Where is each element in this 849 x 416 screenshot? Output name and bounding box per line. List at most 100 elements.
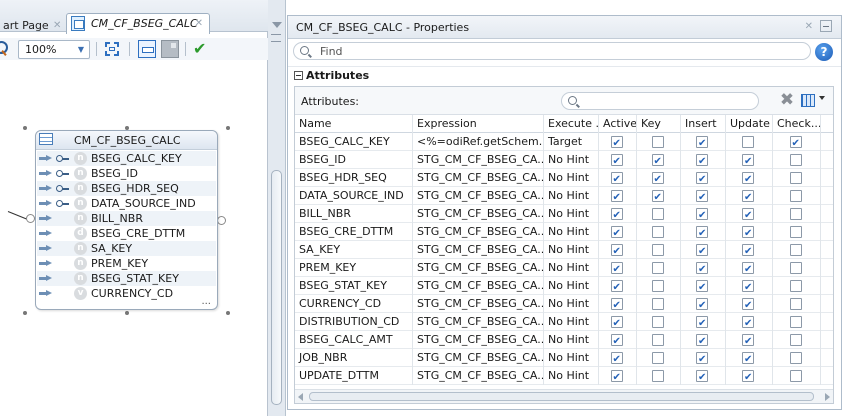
table-row[interactable]: BSEG_ID STG_CM_CF_BSEG_CA... No Hint [295, 151, 833, 169]
cell-execute[interactable]: No Hint [544, 241, 599, 259]
cell-expression[interactable]: STG_CM_CF_BSEG_CA... [413, 349, 544, 367]
insert-checkbox[interactable] [696, 207, 708, 223]
insert-checkbox[interactable] [696, 261, 708, 277]
scrollbar-thumb[interactable] [271, 170, 282, 405]
attributes-section-header[interactable]: Attributes [288, 66, 841, 84]
datastore-node-header[interactable]: CM_CF_BSEG_CALC [36, 131, 217, 150]
key-checkbox[interactable] [651, 280, 664, 292]
check-checkbox[interactable] [789, 135, 802, 151]
cell-name[interactable]: BSEG_CALC_KEY [295, 133, 413, 151]
cell-execute[interactable]: No Hint [544, 349, 599, 367]
close-icon[interactable]: ✕ [53, 17, 61, 35]
check-checkbox[interactable] [789, 208, 802, 220]
column-header-insert[interactable]: Insert [681, 115, 726, 133]
cell-expression[interactable]: STG_CM_CF_BSEG_CA... [413, 277, 544, 295]
datastore-attribute[interactable]: n BSEG_STAT_KEY [37, 271, 216, 286]
input-connector-port[interactable] [26, 214, 35, 223]
insert-checkbox[interactable] [696, 243, 708, 259]
cell-execute[interactable]: No Hint [544, 223, 599, 241]
active-checkbox[interactable] [610, 369, 623, 385]
active-checkbox[interactable] [610, 189, 623, 205]
table-row[interactable]: JOB_NBR STG_CM_CF_BSEG_CA... No Hint [295, 349, 833, 367]
insert-checkbox[interactable] [696, 369, 708, 385]
cell-execute[interactable]: No Hint [544, 205, 599, 223]
chevron-down-icon[interactable]: ▼ [74, 42, 88, 57]
check-checkbox[interactable] [789, 280, 802, 292]
close-icon[interactable]: ✕ [805, 21, 813, 32]
help-icon[interactable]: ? [815, 43, 833, 61]
update-checkbox[interactable] [742, 351, 754, 367]
active-checkbox[interactable] [610, 315, 623, 331]
active-checkbox[interactable] [610, 279, 623, 295]
tab-start-page[interactable]: art Page ✕ [0, 17, 70, 38]
datastore-attribute[interactable]: n BSEG_HDR_SEQ [37, 181, 216, 196]
column-header-execute[interactable]: Execute ... [544, 115, 599, 133]
table-row[interactable]: BSEG_STAT_KEY STG_CM_CF_BSEG_CA... No Hint [295, 277, 833, 295]
datastore-attribute[interactable]: n BILL_NBR [37, 211, 216, 226]
scroll-right-icon[interactable] [825, 393, 830, 401]
cell-name[interactable]: BSEG_CRE_DTTM [295, 223, 413, 241]
check-checkbox[interactable] [789, 352, 802, 364]
table-row[interactable]: CURRENCY_CD STG_CM_CF_BSEG_CA... No Hint [295, 295, 833, 313]
key-checkbox[interactable] [651, 136, 664, 148]
insert-checkbox[interactable] [696, 279, 708, 295]
table-row[interactable]: DATA_SOURCE_IND STG_CM_CF_BSEG_CA... No Hi… [295, 187, 833, 205]
column-header-key[interactable]: Key [637, 115, 681, 133]
cell-execute[interactable]: No Hint [544, 313, 599, 331]
update-checkbox[interactable] [742, 153, 754, 169]
find-input[interactable]: Find [293, 42, 811, 60]
active-checkbox[interactable] [610, 243, 623, 259]
cell-expression[interactable]: STG_CM_CF_BSEG_CA... [413, 151, 544, 169]
active-checkbox[interactable] [610, 153, 623, 169]
table-row[interactable]: BSEG_CALC_AMT STG_CM_CF_BSEG_CA... No Hint [295, 331, 833, 349]
insert-checkbox[interactable] [696, 135, 708, 151]
cell-expression[interactable]: STG_CM_CF_BSEG_CA... [413, 241, 544, 259]
cell-execute[interactable]: No Hint [544, 295, 599, 313]
key-checkbox[interactable] [651, 189, 664, 205]
insert-checkbox[interactable] [696, 171, 708, 187]
check-checkbox[interactable] [789, 334, 802, 346]
collapse-icon[interactable] [294, 71, 303, 80]
update-checkbox[interactable] [742, 279, 754, 295]
cell-name[interactable]: DISTRIBUTION_CD [295, 313, 413, 331]
insert-checkbox[interactable] [696, 333, 708, 349]
cell-name[interactable]: BSEG_STAT_KEY [295, 277, 413, 295]
selection-handle[interactable] [226, 311, 230, 315]
key-checkbox[interactable] [651, 262, 664, 274]
cell-name[interactable]: BSEG_ID [295, 151, 413, 169]
splitter-grip[interactable] [271, 34, 281, 42]
key-checkbox[interactable] [651, 370, 664, 382]
cell-expression[interactable]: STG_CM_CF_BSEG_CA... [413, 205, 544, 223]
grid-columns-icon[interactable] [801, 94, 815, 107]
cell-name[interactable]: CURRENCY_CD [295, 295, 413, 313]
cell-name[interactable]: DATA_SOURCE_IND [295, 187, 413, 205]
check-icon[interactable]: ✔ [193, 40, 211, 58]
cell-expression[interactable]: STG_CM_CF_BSEG_CA... [413, 295, 544, 313]
active-checkbox[interactable] [610, 135, 623, 151]
key-checkbox[interactable] [651, 208, 664, 220]
cell-expression[interactable]: STG_CM_CF_BSEG_CA... [413, 367, 544, 385]
scroll-left-icon[interactable] [298, 393, 303, 401]
active-checkbox[interactable] [610, 207, 623, 223]
table-row[interactable]: PREM_KEY STG_CM_CF_BSEG_CA... No Hint [295, 259, 833, 277]
update-checkbox[interactable] [742, 171, 754, 187]
update-checkbox[interactable] [742, 261, 754, 277]
table-row[interactable]: BILL_NBR STG_CM_CF_BSEG_CA... No Hint [295, 205, 833, 223]
update-checkbox[interactable] [742, 136, 754, 148]
check-checkbox[interactable] [789, 154, 802, 166]
active-checkbox[interactable] [610, 351, 623, 367]
active-checkbox[interactable] [610, 333, 623, 349]
key-checkbox[interactable] [651, 226, 664, 238]
table-row[interactable]: UPDATE_DTTM STG_CM_CF_BSEG_CA... No Hint [295, 367, 833, 385]
update-checkbox[interactable] [742, 315, 754, 331]
active-checkbox[interactable] [610, 171, 623, 187]
insert-checkbox[interactable] [696, 297, 708, 313]
datastore-attribute[interactable]: n DATA_SOURCE_IND [37, 196, 216, 211]
insert-checkbox[interactable] [696, 225, 708, 241]
table-row[interactable]: BSEG_CALC_KEY <%=odiRef.getSchem... Target [295, 133, 833, 151]
layout-icon[interactable] [161, 40, 179, 58]
vertical-scrollbar[interactable] [268, 0, 286, 416]
attributes-filter-input[interactable] [561, 92, 759, 110]
cell-execute[interactable]: No Hint [544, 187, 599, 205]
update-checkbox[interactable] [742, 297, 754, 313]
